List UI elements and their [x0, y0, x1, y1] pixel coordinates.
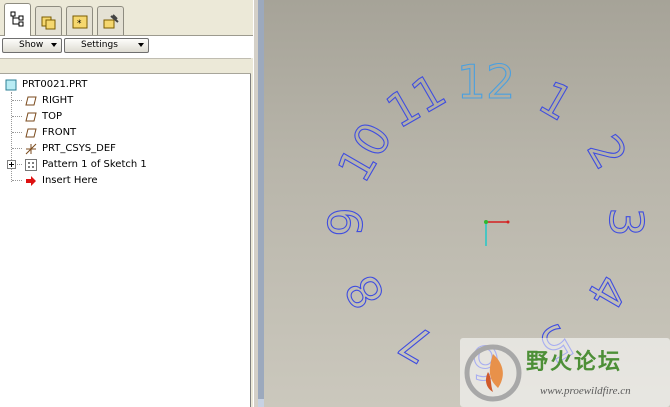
tab-favorites[interactable]: *	[66, 6, 93, 35]
clock-numeral-1[interactable]: 1	[529, 70, 582, 133]
chevron-down-icon	[51, 43, 57, 47]
insert-arrow-icon	[26, 176, 36, 186]
csys-marker	[484, 220, 510, 246]
clock-numeral-3[interactable]: 3	[598, 207, 653, 237]
model-tree-panel: * Show Settings PRT0021.PRT RIGHT TOP FR…	[0, 0, 253, 407]
tree-item-label: Insert Here	[42, 175, 98, 186]
clock-numeral-12[interactable]: 12	[456, 54, 516, 109]
watermark-url: www.proewildfire.cn	[540, 385, 631, 397]
datum-plane-icon	[25, 112, 37, 122]
pattern-icon	[25, 159, 37, 171]
clock-numeral-2[interactable]: 2	[576, 125, 639, 178]
expand-toggle[interactable]	[7, 157, 16, 169]
model-tree: PRT0021.PRT RIGHT TOP FRONT PRT_CSYS_DEF	[0, 74, 251, 407]
clock-numeral-4[interactable]: 4	[576, 265, 639, 318]
tab-connections[interactable]	[97, 6, 124, 35]
settings-label: Settings	[81, 40, 118, 50]
tab-folder-browser[interactable]	[35, 6, 62, 35]
show-label: Show	[19, 40, 44, 50]
tree-item-label: FRONT	[42, 127, 77, 138]
clock-numeral-7[interactable]: 7	[389, 312, 442, 375]
settings-dropdown[interactable]: Settings	[64, 38, 149, 53]
watermark: 野火论坛 www.proewildfire.cn	[460, 338, 670, 407]
plus-icon	[7, 160, 16, 169]
clock-numeral-11[interactable]: 11	[377, 62, 456, 139]
tree-toolbar: Show Settings	[0, 36, 253, 58]
tree-root-label: PRT0021.PRT	[22, 79, 88, 90]
datum-plane-icon	[25, 96, 37, 106]
tree-column-header	[0, 58, 251, 74]
tab-model-tree[interactable]	[4, 3, 31, 36]
tree-item-label: RIGHT	[42, 95, 74, 106]
panel-tab-bar: *	[0, 0, 253, 36]
folder-browser-icon	[41, 16, 56, 30]
datum-plane-icon	[25, 128, 37, 138]
graphics-viewport[interactable]: 121234567891011 野火论坛 www.proewildfire.cn	[264, 0, 670, 407]
show-dropdown[interactable]: Show	[2, 38, 62, 53]
tree-item-label: PRT_CSYS_DEF	[42, 143, 116, 154]
clock-numeral-9[interactable]: 9	[318, 207, 373, 237]
svg-text:*: *	[77, 19, 82, 29]
favorites-icon: *	[72, 15, 88, 29]
clock-numeral-8[interactable]: 8	[334, 265, 397, 318]
model-tree-icon	[10, 11, 24, 27]
tree-item-label: TOP	[42, 111, 63, 122]
part-icon	[5, 79, 17, 91]
watermark-title: 野火论坛	[526, 350, 623, 375]
coordinate-system-icon	[25, 143, 37, 155]
tree-item-label: Pattern 1 of Sketch 1	[42, 159, 147, 170]
clock-numeral-10[interactable]: 10	[326, 113, 403, 192]
connections-icon	[103, 14, 119, 29]
watermark-logo-icon	[464, 344, 522, 402]
chevron-down-icon	[138, 43, 144, 47]
